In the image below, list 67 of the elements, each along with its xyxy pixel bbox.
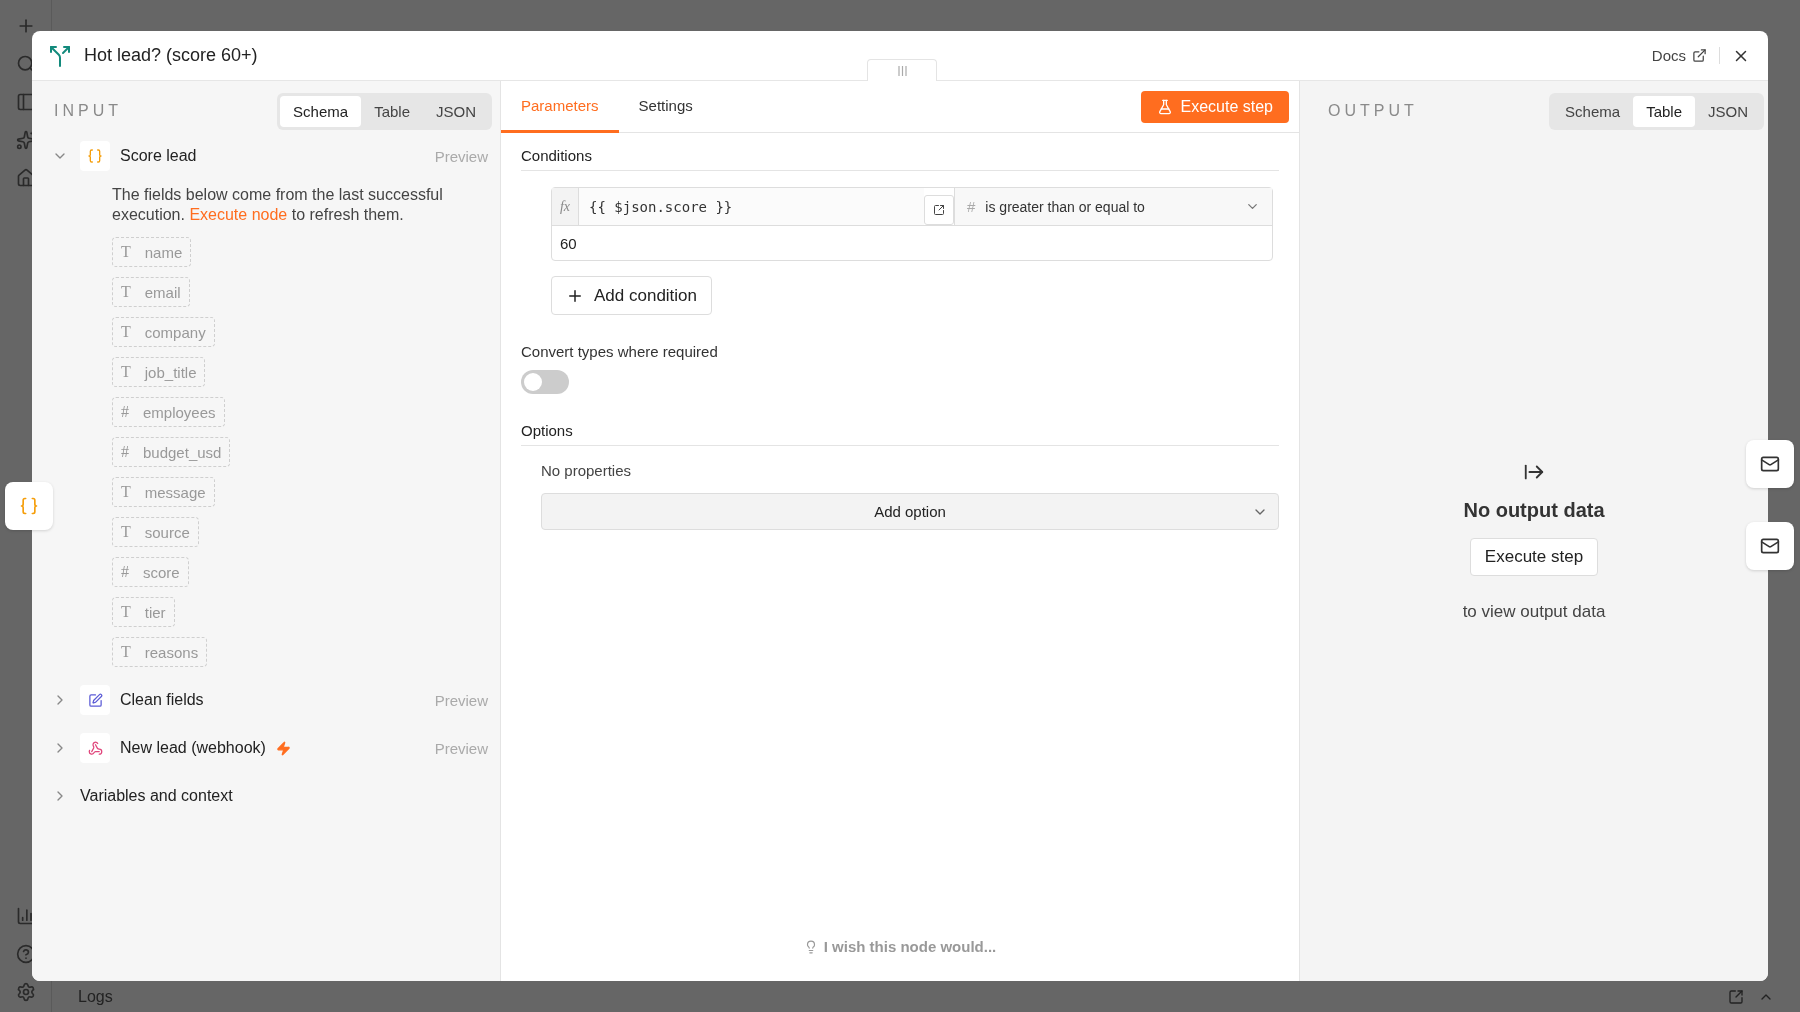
view-tab[interactable]: Table <box>361 95 423 127</box>
execute-node-link[interactable]: Execute node <box>189 206 288 223</box>
execute-step-button[interactable]: Execute step <box>1140 90 1289 123</box>
popout-icon[interactable] <box>1728 988 1744 1005</box>
envelope-icon <box>1760 536 1780 556</box>
variables-label[interactable]: Variables and context <box>80 787 233 805</box>
section-heading: Conditions <box>521 147 1279 171</box>
grip-icon <box>897 65 907 76</box>
toggle-switch[interactable] <box>521 370 569 394</box>
schema-field[interactable]: T tier <box>112 597 175 627</box>
schema-field[interactable]: # employees <box>112 397 225 427</box>
pencil-icon <box>87 692 103 708</box>
canvas-node[interactable] <box>5 482 53 530</box>
tab[interactable]: Parameters <box>501 80 619 133</box>
notice-text: The fields below come from the last successful execution. Execute node to refresh them. <box>112 185 444 225</box>
panel-heading: INPUT <box>53 102 122 120</box>
expand-button[interactable] <box>924 195 954 225</box>
settings-icon[interactable] <box>15 982 36 1002</box>
panel-heading: OUTPUT <box>1327 102 1418 120</box>
schema-field[interactable]: # budget_usd <box>112 437 231 467</box>
add-condition-button[interactable]: Add condition <box>551 276 713 315</box>
preview-link[interactable]: Preview <box>434 147 492 165</box>
view-tab[interactable]: Table <box>1633 95 1695 127</box>
view-tab[interactable]: JSON <box>423 95 489 127</box>
flask-icon <box>1156 98 1173 115</box>
logs-label[interactable]: Logs <box>78 987 1714 1006</box>
node-name[interactable]: Clean fields <box>120 691 204 709</box>
external-link-icon <box>1692 48 1707 63</box>
schema-field[interactable]: T email <box>112 277 190 307</box>
operator-select[interactable]: # is greater than or equal to <box>954 188 1272 225</box>
expression-field[interactable]: {{ $json.score }} <box>579 188 924 225</box>
view-tab[interactable]: Schema <box>1552 95 1634 127</box>
empty-hint: to view output data <box>1462 602 1606 622</box>
value-field[interactable]: 60 <box>552 226 1272 260</box>
canvas-node[interactable] <box>1746 440 1794 488</box>
expand-icon <box>933 204 945 216</box>
empty-text: No properties <box>541 462 633 479</box>
envelope-icon <box>1760 454 1780 474</box>
tab[interactable]: Settings <box>618 80 713 133</box>
schema-field[interactable]: # score <box>112 557 189 587</box>
schema-field[interactable]: T company <box>112 317 215 347</box>
field-label: Convert types where required <box>521 343 719 360</box>
view-tab[interactable]: Schema <box>280 95 362 127</box>
node-name[interactable]: Score lead <box>120 147 197 165</box>
node-name[interactable]: New lead (webhook) <box>120 739 266 757</box>
section-heading: Options <box>521 422 1279 446</box>
preview-link[interactable]: Preview <box>434 739 492 757</box>
expression-badge: fx <box>552 188 579 225</box>
braces-icon <box>19 496 39 516</box>
schema-field[interactable]: T source <box>112 517 199 547</box>
preview-link[interactable]: Preview <box>434 691 492 709</box>
schema-field[interactable]: T reasons <box>112 637 208 667</box>
docs-link[interactable]: Docs <box>1651 47 1720 64</box>
add-option-dropdown[interactable]: Add option <box>541 493 1279 530</box>
schema-field[interactable]: T name <box>112 237 192 267</box>
schema-field[interactable]: T job_title <box>112 357 206 387</box>
resize-handle[interactable] <box>867 59 937 81</box>
webhook-icon <box>87 740 103 756</box>
empty-title: No output data <box>1463 499 1605 522</box>
view-tab[interactable]: JSON <box>1695 95 1761 127</box>
execute-step-button[interactable]: Execute step <box>1469 538 1599 576</box>
feedback-link[interactable]: I wish this node would... <box>803 938 997 955</box>
canvas-node[interactable] <box>1746 522 1794 570</box>
branch-icon <box>48 43 72 68</box>
schema-field[interactable]: T message <box>112 477 215 507</box>
dialog-title: Hot lead? (score 60+) <box>84 45 259 66</box>
braces-icon <box>87 148 103 164</box>
